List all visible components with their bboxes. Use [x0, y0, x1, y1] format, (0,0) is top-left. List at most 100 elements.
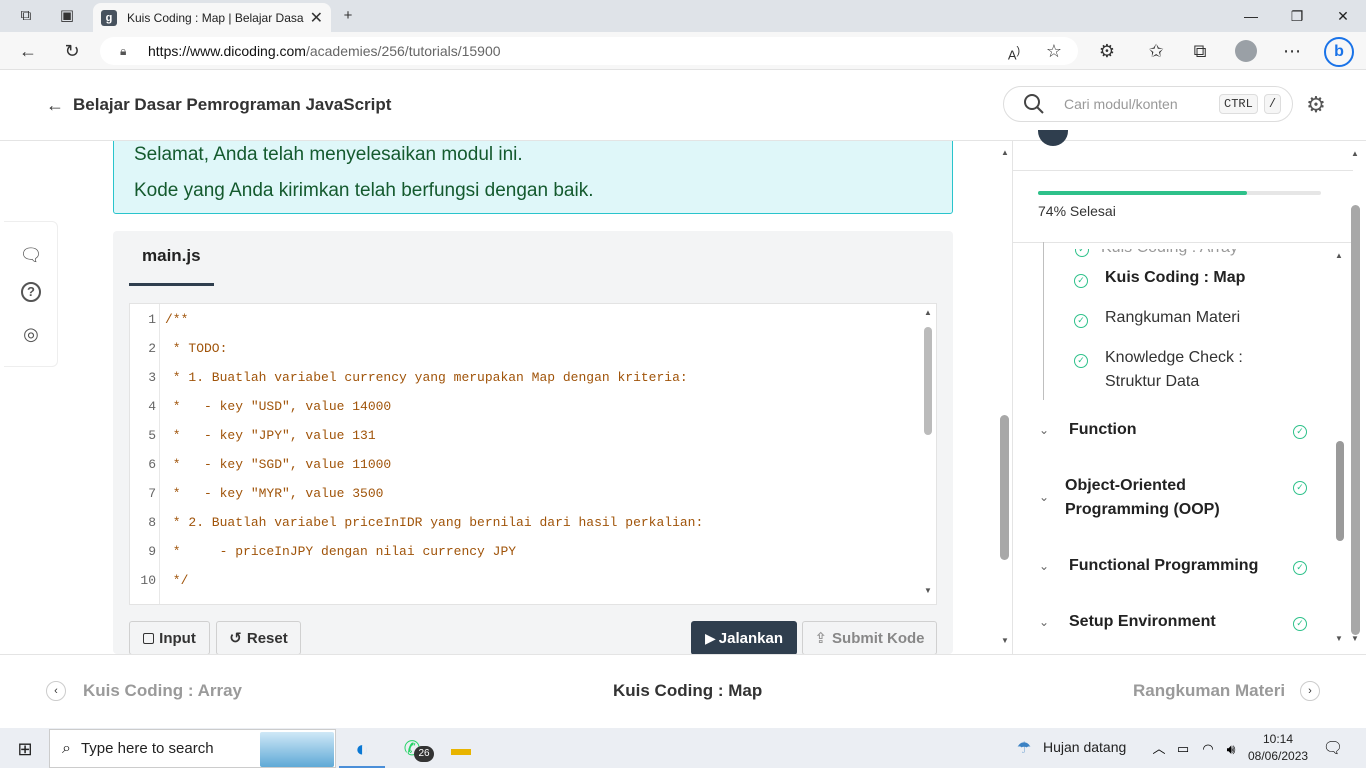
dicoding-favicon-icon: g	[101, 9, 117, 26]
scroll-up-arrow-icon[interactable]: ▲	[1001, 148, 1009, 157]
chevron-up-icon[interactable]: ︿	[1146, 736, 1172, 762]
scroll-down-arrow-icon[interactable]: ▼	[1001, 636, 1009, 645]
sidebar-item-map[interactable]: Kuis Coding : Map	[1105, 266, 1245, 290]
check-circle-icon: ✓	[1293, 481, 1307, 495]
module-function[interactable]: Function	[1069, 418, 1137, 442]
line-number: 1	[148, 312, 156, 327]
check-circle-icon: ✓	[1074, 354, 1088, 368]
scroll-down-arrow-icon[interactable]: ▼	[1351, 634, 1359, 643]
collections-icon[interactable]: ⧉	[1188, 39, 1212, 63]
tab-actions-icon[interactable]: ▣	[57, 6, 77, 26]
reset-button[interactable]: ↺ Reset	[216, 621, 301, 655]
workspaces-icon[interactable]: ⧉	[16, 6, 36, 26]
bing-copilot-icon[interactable]: b	[1324, 37, 1354, 67]
run-button-label: Jalankan	[718, 629, 783, 647]
weather-text[interactable]: Hujan datang	[1043, 739, 1126, 755]
more-menu-icon[interactable]: ⋯	[1280, 39, 1304, 63]
clock-time: 10:14	[1262, 732, 1294, 746]
course-title: Belajar Dasar Pemrograman JavaScript	[73, 95, 392, 114]
header-divider	[0, 140, 1012, 141]
submit-code-button[interactable]: ⇪ Submit Kode	[802, 621, 937, 655]
clock[interactable]: 10:14 08/06/2023	[1248, 731, 1308, 765]
browser-tab-active[interactable]: g Kuis Coding : Map | Belajar Dasar Pemr…	[93, 3, 331, 32]
module-list: ✓ Kuis Coding : Array	[1013, 243, 1353, 654]
url-host: https://www.dicoding.com	[148, 43, 306, 59]
discussion-icon[interactable]: 🗨︎	[19, 243, 43, 267]
main-scrollbar-thumb[interactable]	[1000, 415, 1009, 560]
code-scrollbar-thumb[interactable]	[924, 327, 932, 435]
main-scrollbar[interactable]: ▲ ▼	[999, 142, 1011, 654]
line-number: 7	[148, 486, 156, 501]
battery-icon[interactable]: ▭	[1170, 736, 1196, 762]
module-list-scrollbar-thumb[interactable]	[1336, 441, 1344, 541]
code-line: * TODO:	[165, 341, 228, 356]
chevron-down-icon[interactable]: ⌄	[1039, 559, 1049, 573]
taskbar-search-input[interactable]: ⌕ Type here to search	[49, 729, 336, 768]
module-search-input[interactable]: Cari modul/konten CTRL /	[1003, 86, 1293, 122]
line-number: 10	[140, 573, 156, 588]
line-number-gutter: 1 2 3 4 5 6 7 8 9 10	[130, 304, 160, 604]
favorite-star-icon[interactable]: ☆	[1042, 39, 1066, 63]
close-tab-icon[interactable]: ✕	[310, 8, 323, 28]
clock-date: 08/06/2023	[1248, 749, 1309, 763]
module-oop[interactable]: Object-Oriented Programming (OOP)	[1065, 474, 1265, 522]
new-tab-icon[interactable]: +	[338, 6, 358, 26]
volume-icon[interactable]: 🔊︎	[1218, 736, 1244, 762]
sidebar-item-knowledge-check[interactable]: Knowledge Check : Struktur Data	[1105, 346, 1275, 394]
code-line: * - key "USD", value 14000	[165, 399, 392, 414]
scroll-up-arrow-icon[interactable]: ▲	[1351, 149, 1359, 158]
input-button[interactable]: Input	[129, 621, 210, 655]
url-field[interactable]: 🔒︎ https://www.dicoding.com/academies/25…	[100, 37, 1078, 65]
check-circle-icon: ✓	[1074, 274, 1088, 288]
line-number: 6	[148, 457, 156, 472]
scroll-up-arrow-icon[interactable]: ▲	[924, 308, 932, 317]
progress-text: 74% Selesai	[1038, 203, 1116, 219]
chevron-right-icon[interactable]: ›	[1300, 681, 1320, 701]
chevron-down-icon[interactable]: ⌄	[1039, 423, 1049, 437]
support-lifebuoy-icon[interactable]: ◎	[19, 322, 43, 346]
code-line: * 1. Buatlah variabel currency yang meru…	[165, 370, 688, 385]
chevron-left-icon[interactable]: ‹	[46, 681, 66, 701]
scroll-up-arrow-icon[interactable]: ▲	[1335, 251, 1343, 260]
sidebar-scrollbar-thumb[interactable]	[1351, 205, 1360, 635]
back-to-course-link-overlay[interactable]: ← Belajar Dasar Pemrograman JavaScript	[46, 93, 391, 117]
chevron-down-icon[interactable]: ⌄	[1039, 615, 1049, 629]
profile-avatar[interactable]	[1235, 40, 1257, 62]
read-aloud-icon[interactable]: A)	[1002, 39, 1026, 63]
progress-bar-fill	[1038, 191, 1248, 195]
windows-start-icon[interactable]: ⊞	[12, 736, 38, 762]
code-line: * - key "JPY", value 131	[165, 428, 376, 443]
search-placeholder: Cari modul/konten	[1064, 96, 1178, 112]
module-functional-programming[interactable]: Functional Programming	[1069, 554, 1258, 578]
refresh-icon[interactable]: ↻	[60, 39, 84, 63]
edge-browser-icon[interactable]: ◐	[349, 736, 375, 762]
scroll-down-arrow-icon[interactable]: ▼	[1335, 634, 1343, 643]
scroll-down-arrow-icon[interactable]: ▼	[924, 586, 932, 595]
file-tab-main-js[interactable]: main.js	[142, 246, 201, 266]
sidebar-item-rangkuman[interactable]: Rangkuman Materi	[1105, 306, 1240, 330]
file-tab-underline	[129, 283, 214, 286]
next-lesson-link[interactable]: Rangkuman Materi	[1133, 681, 1285, 701]
lock-icon: 🔒︎	[120, 43, 127, 58]
weather-rain-icon[interactable]: ☂	[1011, 736, 1037, 762]
current-lesson-title: Kuis Coding : Map	[613, 681, 763, 700]
url-path: /academies/256/tutorials/15900	[305, 43, 501, 59]
chevron-down-icon[interactable]: ⌄	[1039, 490, 1049, 504]
extensions-icon[interactable]: ⚙	[1095, 39, 1119, 63]
sidebar-item-cutoff[interactable]: ✓ Kuis Coding : Array	[1075, 249, 1238, 257]
notifications-icon[interactable]: 🗨︎	[1320, 736, 1346, 762]
sub-items-rail	[1043, 242, 1044, 400]
prev-lesson-link[interactable]: Kuis Coding : Array	[83, 681, 242, 701]
restore-icon[interactable]: ❐	[1282, 6, 1312, 26]
run-button[interactable]: ▶ Jalankan	[691, 621, 797, 655]
code-editor[interactable]	[129, 303, 937, 605]
shortcut-key-ctrl: CTRL	[1219, 94, 1258, 114]
favorites-icon[interactable]: ✩	[1144, 39, 1168, 63]
module-setup-environment[interactable]: Setup Environment	[1069, 610, 1216, 634]
file-explorer-icon[interactable]: ▬	[448, 736, 474, 762]
back-arrow-icon[interactable]: ←	[16, 39, 40, 63]
help-icon[interactable]: ?	[21, 282, 41, 302]
minimize-icon[interactable]: —	[1236, 6, 1266, 26]
settings-gear-icon[interactable]: ⚙	[1303, 92, 1329, 118]
window-close-icon[interactable]: ✕	[1328, 6, 1358, 26]
